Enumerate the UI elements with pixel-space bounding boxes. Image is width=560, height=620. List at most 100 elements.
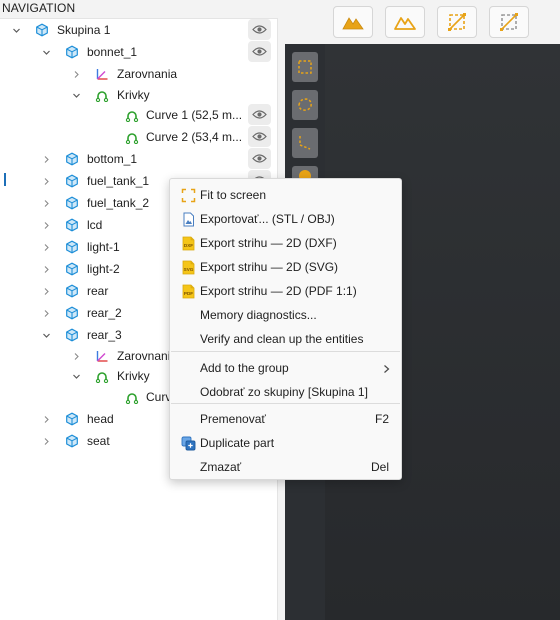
chevron-right-icon[interactable] [40, 152, 52, 166]
select-lasso-icon [298, 98, 312, 111]
chevron-right-icon[interactable] [40, 412, 52, 426]
chevron-right-icon[interactable] [70, 67, 82, 81]
menu-item-label: Zmazať [200, 460, 242, 474]
chevron-right-icon[interactable] [40, 196, 52, 210]
mountains-filled-icon [342, 17, 364, 30]
export-file-icon [180, 211, 196, 227]
tree-row[interactable]: Curve 1 (52,5 m... [0, 104, 278, 126]
select-box-icon [448, 13, 466, 31]
tree-row-label: rear [87, 284, 109, 298]
axes-icon [94, 66, 110, 82]
tree-row-label: head [87, 412, 114, 426]
menu-item[interactable]: Duplicate part [170, 431, 401, 455]
tree-row-label: Skupina 1 [57, 23, 111, 37]
menu-item[interactable]: Zmazať Del [170, 455, 401, 479]
visibility-eye-icon[interactable] [248, 19, 271, 40]
curve-icon [124, 129, 140, 145]
tree-row[interactable]: bonnet_1 [0, 41, 278, 63]
menu-item[interactable]: SVG Export strihu — 2D (SVG) [170, 255, 401, 279]
tree-row-label: rear_3 [87, 328, 122, 342]
chevron-right-icon[interactable] [70, 349, 82, 363]
menu-item[interactable]: Exportovať... (STL / OBJ) [170, 207, 401, 231]
tree-row-label: bottom_1 [87, 152, 138, 166]
svg-text:SVG: SVG [183, 267, 193, 272]
tree-row[interactable]: Krivky [0, 84, 278, 106]
chevron-down-icon[interactable] [40, 328, 52, 342]
curve-icon [94, 87, 110, 103]
tree-row-label: fuel_tank_1 [87, 174, 150, 188]
viewport-tool-select-rect[interactable] [292, 52, 318, 82]
menu-item[interactable]: Memory diagnostics... [170, 303, 401, 327]
cube-icon [64, 239, 80, 255]
menu-item[interactable]: Add to the group [170, 356, 401, 380]
tree-row-label: lcd [87, 218, 103, 232]
toolbar-button-deselect-box[interactable] [489, 6, 529, 38]
curve-icon [124, 389, 140, 405]
chevron-down-icon[interactable] [40, 45, 52, 59]
tree-row-label: Krivky [117, 88, 150, 102]
svg-text:DXF: DXF [183, 243, 192, 248]
tree-row-label: Krivky [117, 369, 150, 383]
tree-row-label: rear_2 [87, 306, 122, 320]
tree-row[interactable]: Skupina 1 [0, 19, 278, 41]
chevron-right-icon[interactable] [40, 284, 52, 298]
chevron-down-icon[interactable] [70, 88, 82, 102]
menu-item[interactable]: Odobrať zo skupiny [Skupina 1] [170, 380, 401, 404]
menu-item[interactable]: PDF Export strihu — 2D (PDF 1:1) [170, 279, 401, 303]
tree-row-label: light-2 [87, 262, 120, 276]
visibility-eye-icon[interactable] [248, 148, 271, 169]
menu-item-label: Export strihu — 2D (SVG) [200, 260, 339, 274]
svg-text:PDF: PDF [183, 291, 192, 296]
tree-row[interactable]: bottom_1 [0, 148, 278, 170]
cube-icon [64, 283, 80, 299]
menu-item-label: Duplicate part [200, 436, 275, 450]
menu-item-label: Premenovať [200, 412, 266, 426]
chevron-right-icon[interactable] [40, 218, 52, 232]
deselect-box-icon [500, 13, 518, 31]
viewport-tool-select-path[interactable] [292, 128, 318, 158]
menu-item-label: Verify and clean up the entities [200, 332, 364, 346]
menu-separator [171, 351, 400, 352]
chevron-right-icon[interactable] [40, 240, 52, 254]
menu-item-label: Fit to screen [200, 188, 267, 202]
toolbar-button-mountains-outline[interactable] [385, 6, 425, 38]
chevron-right-icon[interactable] [40, 262, 52, 276]
tree-row[interactable]: Curve 2 (53,4 m... [0, 126, 278, 148]
menu-item-label: Export strihu — 2D (PDF 1:1) [200, 284, 357, 298]
menu-item[interactable]: DXF Export strihu — 2D (DXF) [170, 231, 401, 255]
cube-icon [34, 22, 50, 38]
toolbar-button-mountains-filled[interactable] [333, 6, 373, 38]
dxf-file-icon: DXF [180, 235, 196, 251]
menu-item[interactable]: Fit to screen [170, 183, 401, 207]
tree-row-label: Curve 2 (53,4 m... [146, 130, 243, 144]
visibility-eye-icon[interactable] [248, 41, 271, 62]
tree-row-label: Zarovnania [117, 67, 178, 81]
chevron-down-icon[interactable] [70, 369, 82, 383]
toolbar-button-select-box[interactable] [437, 6, 477, 38]
visibility-eye-icon[interactable] [248, 104, 271, 125]
curve-icon [94, 368, 110, 384]
viewport-tool-select-lasso[interactable] [292, 90, 318, 120]
context-menu: Fit to screen Exportovať... (STL / OBJ) DX… [169, 178, 402, 480]
tree-row[interactable]: Zarovnania [0, 63, 278, 85]
chevron-down-icon[interactable] [10, 23, 22, 37]
cube-icon [64, 305, 80, 321]
submenu-arrow-icon [382, 363, 391, 373]
cube-icon [64, 327, 80, 343]
cube-icon [64, 411, 80, 427]
svg-file-icon: SVG [180, 259, 196, 275]
tree-row-label: light-1 [87, 240, 120, 254]
menu-item[interactable]: Premenovať F2 [170, 407, 401, 431]
chevron-right-icon[interactable] [40, 174, 52, 188]
navigation-title: NAVIGATION [2, 1, 76, 15]
select-path-icon [299, 136, 311, 150]
menu-item-shortcut: Del [370, 460, 389, 474]
chevron-right-icon[interactable] [40, 306, 52, 320]
cube-icon [64, 261, 80, 277]
select-rect-icon [298, 60, 312, 74]
duplicate-icon [180, 435, 196, 451]
visibility-eye-icon[interactable] [248, 126, 271, 147]
menu-item[interactable]: Verify and clean up the entities [170, 327, 401, 351]
menu-item-label: Odobrať zo skupiny [Skupina 1] [200, 385, 368, 399]
chevron-right-icon[interactable] [40, 434, 52, 448]
